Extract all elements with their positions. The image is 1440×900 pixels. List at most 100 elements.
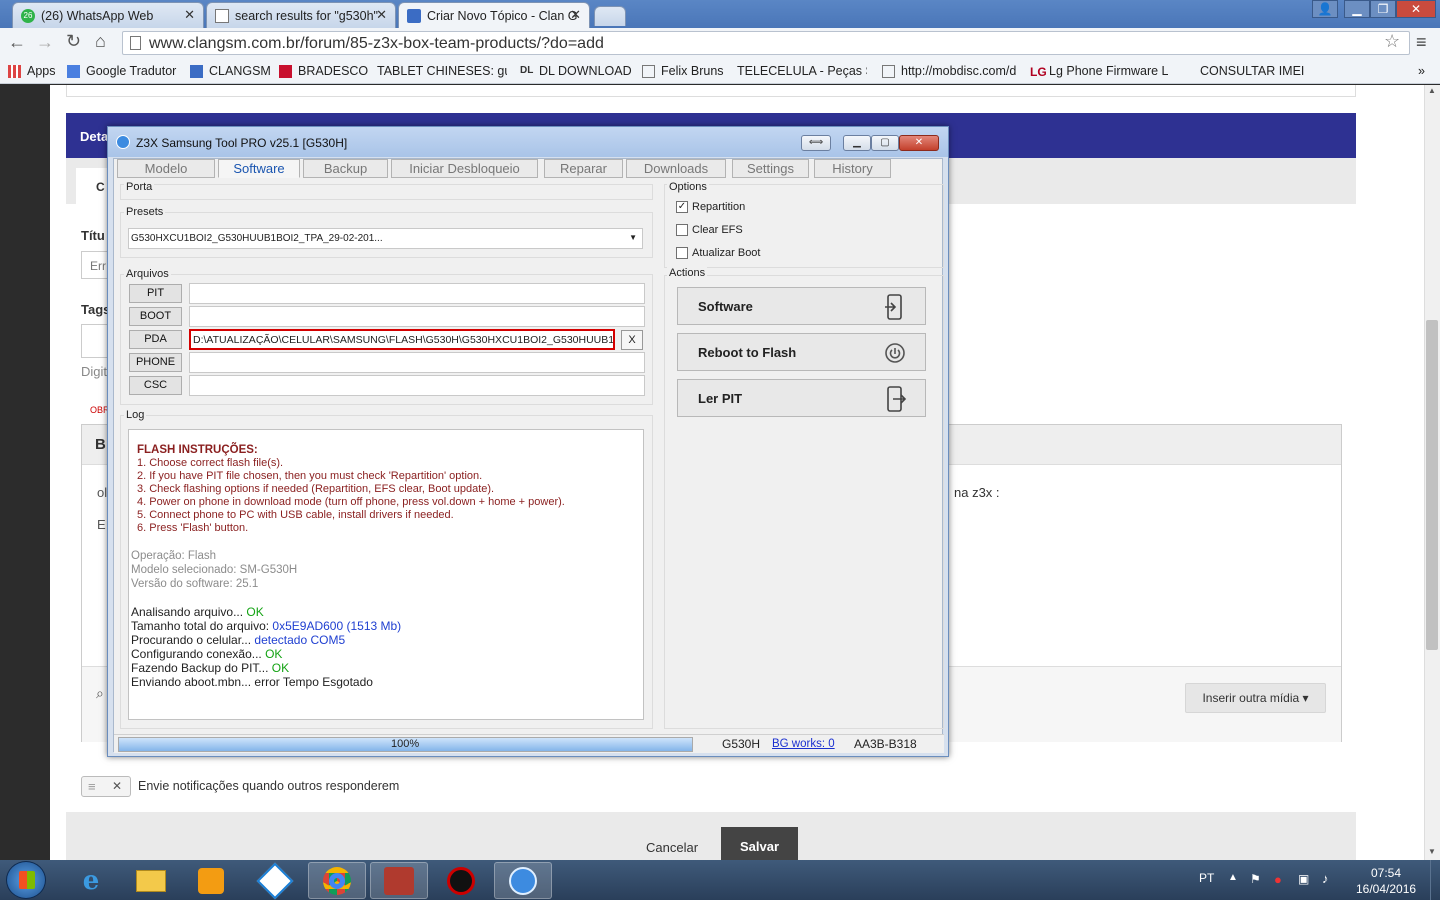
tab-backup[interactable]: Backup — [303, 159, 388, 178]
maximize-button[interactable]: ❐ — [1370, 0, 1396, 18]
repartition-checkbox[interactable]: ✓ — [676, 201, 688, 213]
home-icon[interactable]: ⌂ — [95, 31, 106, 52]
phone-button[interactable]: PHONE — [129, 353, 182, 372]
bookmark-mobdisc[interactable]: http://mobdisc.com/d — [882, 62, 1018, 80]
reload-icon[interactable]: ↻ — [66, 31, 81, 52]
scroll-up-icon[interactable]: ▲ — [1428, 86, 1436, 95]
chrome-taskbar-icon[interactable] — [308, 862, 366, 899]
explorer-taskbar-icon[interactable] — [122, 862, 180, 899]
tab-downloads[interactable]: Downloads — [626, 159, 726, 178]
action-center-icon[interactable]: ⚑ — [1250, 872, 1261, 886]
insert-media-button[interactable]: Inserir outra mídia ▾ — [1185, 683, 1326, 713]
new-tab-button[interactable] — [594, 6, 626, 26]
pit-button[interactable]: PIT — [129, 284, 182, 303]
volume-icon[interactable]: ♪ — [1322, 871, 1329, 886]
tab-software[interactable]: Software — [218, 159, 300, 178]
atualizar-boot-checkbox[interactable] — [676, 247, 688, 259]
save-button[interactable]: Salvar — [721, 827, 798, 860]
close-icon[interactable]: ✕ — [570, 7, 581, 23]
tray-expand-icon[interactable]: ▲ — [1228, 872, 1238, 883]
tool-taskbar-icon[interactable] — [370, 862, 428, 899]
bookmark-felix-bruns[interactable]: Felix Bruns — [642, 62, 724, 80]
bold-button[interactable]: B — [95, 436, 106, 453]
tab-settings[interactable]: Settings — [732, 159, 809, 178]
tab-history[interactable]: History — [814, 159, 891, 178]
scrollbar-thumb[interactable] — [1426, 320, 1438, 650]
clear-efs-checkbox[interactable] — [676, 224, 688, 236]
pda-field[interactable]: D:\ATUALIZAÇÃO\CELULAR\SAMSUNG\FLASH\G53… — [189, 329, 615, 350]
tab-criar-topico[interactable]: Criar Novo Tópico - Clan G ✕ — [398, 2, 590, 28]
star-icon[interactable]: ☆ — [1384, 31, 1400, 52]
box-tool-taskbar-icon[interactable] — [432, 862, 490, 899]
bg-works-link[interactable]: BG works: 0 — [772, 738, 835, 750]
minimize-button[interactable]: ▁ — [843, 135, 871, 151]
porta-label: Porta — [124, 181, 155, 193]
bookmark-lg-firmware[interactable]: LG Lg Phone Firmware Li — [1030, 62, 1168, 80]
tab-reparar[interactable]: Reparar — [544, 159, 623, 178]
bookmark-bradesco[interactable]: BRADESCO — [279, 62, 368, 80]
pda-button[interactable]: PDA — [129, 330, 182, 349]
ie-taskbar-icon[interactable]: e — [62, 862, 120, 899]
clock-time[interactable]: 07:54 — [1371, 866, 1401, 880]
presets-dropdown[interactable]: G530HXCU1BOI2_G530HUUB1BOI2_TPA_29-02-20… — [128, 228, 643, 249]
windows-logo-icon — [19, 871, 35, 889]
tab-iniciar-desbloqueio[interactable]: Iniciar Desbloqueio — [391, 159, 538, 178]
log-status: OK — [246, 605, 264, 619]
address-bar[interactable]: www.clangsm.com.br/forum/85-z3x-box-team… — [122, 31, 1410, 55]
bookmarks-overflow[interactable]: » — [1418, 62, 1425, 80]
window-close-button[interactable]: ✕ — [1396, 0, 1436, 18]
log-spacer — [137, 591, 643, 605]
bookmark-clangsm[interactable]: CLANGSM — [190, 62, 271, 80]
clock-date[interactable]: 16/04/2016 — [1356, 882, 1416, 896]
atualizar-boot-option[interactable]: Atualizar Boot — [676, 247, 760, 259]
start-button[interactable] — [6, 861, 46, 899]
arquivos-label: Arquivos — [124, 268, 171, 280]
back-icon[interactable]: ← — [8, 32, 26, 53]
csc-field[interactable] — [189, 375, 645, 396]
minimize-button[interactable]: ▁ — [1344, 0, 1370, 18]
phone-field[interactable] — [189, 352, 645, 373]
bookmark-telecelula[interactable]: TELECELULA - Peças S — [731, 62, 867, 80]
maximize-button[interactable]: ▢ — [871, 135, 899, 151]
media-player-taskbar-icon[interactable] — [182, 862, 240, 899]
tab-search-results[interactable]: search results for "g530h" ✕ — [206, 2, 396, 28]
restore-arrows-icon[interactable]: ⟺ — [801, 135, 831, 151]
tab-modelo[interactable]: Modelo — [117, 159, 215, 178]
menu-icon[interactable]: ≡ — [1416, 32, 1427, 53]
reboot-to-flash-button[interactable]: Reboot to Flash — [677, 333, 926, 371]
forward-icon[interactable]: → — [36, 32, 54, 53]
show-desktop-button[interactable] — [1430, 860, 1440, 900]
notify-label: Envie notificações quando outros respond… — [138, 779, 400, 793]
antivirus-icon[interactable]: ● — [1274, 872, 1282, 887]
teamviewer-taskbar-icon[interactable] — [246, 862, 304, 899]
software-action-button[interactable]: Software — [677, 287, 926, 325]
network-icon[interactable]: ▣ — [1298, 872, 1309, 886]
close-icon[interactable]: ✕ — [376, 7, 387, 23]
tags-label: Tags — [81, 302, 111, 317]
scroll-down-icon[interactable]: ▼ — [1428, 847, 1436, 856]
bookmark-google-tradutor[interactable]: Google Tradutor — [67, 62, 176, 80]
notify-toggle[interactable]: ≡ ✕ — [81, 776, 131, 797]
bookmark-consultar-imei[interactable]: CONSULTAR IMEI — [1200, 62, 1304, 80]
close-icon[interactable]: ✕ — [184, 7, 195, 23]
lg-icon: LG — [1030, 64, 1047, 79]
boot-button[interactable]: BOOT — [129, 307, 182, 326]
clear-efs-option[interactable]: Clear EFS — [676, 224, 743, 236]
close-button[interactable]: ✕ — [899, 135, 939, 151]
repartition-option[interactable]: ✓ Repartition — [676, 201, 745, 213]
bookmark-apps[interactable]: Apps — [8, 62, 56, 80]
csc-button[interactable]: CSC — [129, 376, 182, 395]
pda-clear-button[interactable]: X — [621, 330, 643, 350]
tab-whatsapp[interactable]: 26 (26) WhatsApp Web ✕ — [12, 2, 204, 28]
cancel-button[interactable]: Cancelar — [646, 840, 698, 855]
log-header: FLASH INSTRUÇÕES: — [137, 444, 258, 456]
bookmark-dl-download[interactable]: DL DL DOWNLOAD — [520, 62, 632, 80]
bookmark-tablet-chineses[interactable]: TABLET CHINESES: gu — [371, 62, 507, 80]
boot-field[interactable] — [189, 306, 645, 327]
log-line: 6. Press 'Flash' button. — [137, 522, 249, 534]
ler-pit-button[interactable]: Ler PIT — [677, 379, 926, 417]
z3x-taskbar-icon[interactable] — [494, 862, 552, 899]
user-icon[interactable]: 👤 — [1312, 0, 1338, 18]
pit-field[interactable] — [189, 283, 645, 304]
language-indicator[interactable]: PT — [1199, 871, 1214, 885]
